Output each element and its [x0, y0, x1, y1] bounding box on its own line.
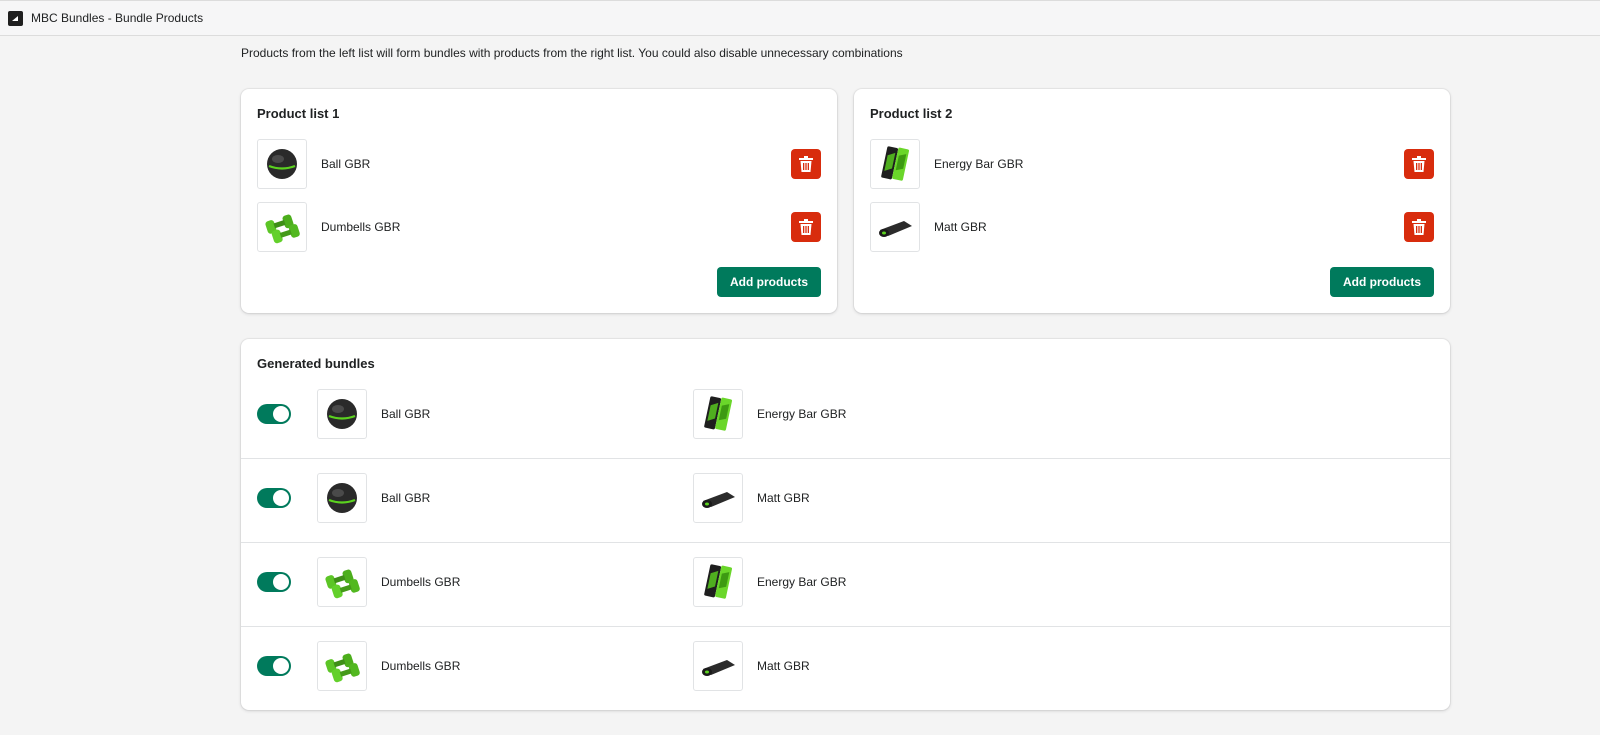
dumbbells-icon — [317, 557, 367, 607]
bundle-left-product: Dumbells GBR — [381, 575, 461, 589]
product-list-2-card: Product list 2 Energy Bar GBR Matt GBR A… — [854, 89, 1450, 313]
window-title: MBC Bundles - Bundle Products — [31, 11, 204, 25]
bundle-left-product: Ball GBR — [381, 491, 431, 505]
list-item: Matt GBR — [870, 202, 1434, 252]
bundle-right-product: Energy Bar GBR — [757, 575, 847, 589]
trash-icon — [799, 156, 813, 172]
bundle-row: Ball GBR Matt GBR — [241, 458, 1450, 542]
energy-bar-icon — [870, 139, 920, 189]
app-logo-icon — [8, 10, 23, 26]
trash-icon — [1412, 219, 1426, 235]
product-name: Energy Bar GBR — [934, 157, 1024, 171]
bundle-toggle[interactable] — [257, 572, 291, 592]
bundle-toggle[interactable] — [257, 656, 291, 676]
mat-icon — [870, 202, 920, 252]
list-item: Dumbells GBR — [257, 202, 821, 252]
list-item: Energy Bar GBR — [870, 139, 1434, 189]
delete-button[interactable] — [791, 149, 821, 179]
bundle-row: Dumbells GBR Energy Bar GBR — [241, 542, 1450, 626]
product-list-1-title: Product list 1 — [257, 106, 340, 121]
ball-icon — [317, 473, 367, 523]
add-products-button-list-2[interactable]: Add products — [1330, 267, 1434, 297]
bundle-row: Ball GBR Energy Bar GBR — [241, 375, 1450, 459]
window-titlebar: MBC Bundles - Bundle Products — [0, 0, 1600, 36]
trash-icon — [1412, 156, 1426, 172]
mat-icon — [693, 473, 743, 523]
bundle-left-product: Ball GBR — [381, 407, 431, 421]
product-list-1-card: Product list 1 Ball GBR Dumbells GBR Add… — [241, 89, 837, 313]
mat-icon — [693, 641, 743, 691]
bundle-row: Dumbells GBR Matt GBR — [241, 626, 1450, 710]
add-products-button-list-1[interactable]: Add products — [717, 267, 821, 297]
bundle-right-product: Energy Bar GBR — [757, 407, 847, 421]
bundle-right-product: Matt GBR — [757, 491, 810, 505]
delete-button[interactable] — [1404, 212, 1434, 242]
product-list-2-title: Product list 2 — [870, 106, 953, 121]
product-name: Ball GBR — [321, 157, 371, 171]
ball-icon — [317, 389, 367, 439]
bundle-right-product: Matt GBR — [757, 659, 810, 673]
energy-bar-icon — [693, 557, 743, 607]
bundle-toggle[interactable] — [257, 404, 291, 424]
ball-icon — [257, 139, 307, 189]
delete-button[interactable] — [1404, 149, 1434, 179]
product-name: Dumbells GBR — [321, 220, 401, 234]
generated-bundles-card: Generated bundles Ball GBR Energy Bar GB… — [241, 339, 1450, 710]
trash-icon — [799, 219, 813, 235]
intro-text: Products from the left list will form bu… — [241, 46, 903, 60]
bundle-toggle[interactable] — [257, 488, 291, 508]
dumbbells-icon — [257, 202, 307, 252]
dumbbells-icon — [317, 641, 367, 691]
list-item: Ball GBR — [257, 139, 821, 189]
generated-bundles-title: Generated bundles — [257, 356, 375, 371]
energy-bar-icon — [693, 389, 743, 439]
product-name: Matt GBR — [934, 220, 987, 234]
delete-button[interactable] — [791, 212, 821, 242]
bundle-left-product: Dumbells GBR — [381, 659, 461, 673]
